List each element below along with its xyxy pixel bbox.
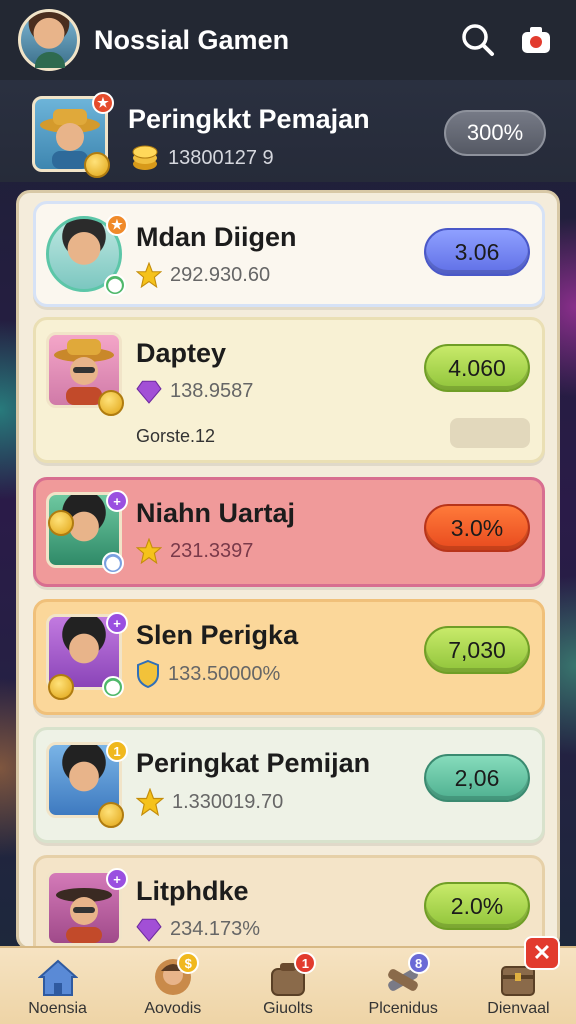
list-item[interactable]: + ⬤ Niahn Uartaj 231.3397 3.0% bbox=[33, 477, 545, 587]
list-item[interactable]: ★ ⬤ Mdan Diigen 292.930.60 3.06 bbox=[33, 201, 545, 307]
search-icon[interactable] bbox=[456, 18, 500, 62]
player-name: Slen Perigka bbox=[136, 620, 299, 650]
score-pill[interactable]: 3.0% bbox=[424, 504, 530, 552]
globe-icon: ⬤ bbox=[102, 676, 124, 698]
player-score: 231.3397 bbox=[136, 538, 253, 564]
bottom-nav: Noensia $ Aovodis 1 Giuolts 8 Plcenidus … bbox=[0, 946, 576, 1024]
coin-icon bbox=[48, 510, 74, 536]
coin-icon bbox=[98, 802, 124, 828]
plus-icon: + bbox=[106, 490, 128, 512]
percent-button[interactable]: 300% bbox=[444, 110, 546, 156]
nav-label: Aovodis bbox=[144, 1000, 202, 1017]
plus-icon: + bbox=[106, 868, 128, 890]
gem-icon bbox=[136, 380, 162, 404]
coins-value: 13800127 9 bbox=[168, 146, 274, 169]
player-name: Niahn Uartaj bbox=[136, 498, 296, 528]
player-name: Litphdke bbox=[136, 876, 249, 906]
header-title: Peringkkt Pemajan bbox=[128, 104, 370, 134]
list-item[interactable]: 1 Peringkat Pemijan 1.330019.70 2,06 bbox=[33, 727, 545, 843]
score-pill[interactable]: 2.0% bbox=[424, 882, 530, 930]
star-icon bbox=[136, 788, 164, 816]
coin-icon bbox=[84, 152, 110, 178]
list-item[interactable]: + Litphdke 234.173% 2.0% bbox=[33, 855, 545, 947]
coin-icon bbox=[48, 674, 74, 700]
leaderboard-list: ★ ⬤ Mdan Diigen 292.930.60 3.06 Daptey 1… bbox=[16, 190, 560, 950]
star-icon bbox=[136, 262, 162, 288]
list-item[interactable]: + ⬤ Slen Perigka 133.50000% 7,030 bbox=[33, 599, 545, 715]
notification-badge: 8 bbox=[407, 952, 430, 974]
player-score: 1.330019.70 bbox=[136, 788, 283, 816]
nav-item-profile[interactable]: $ Aovodis bbox=[115, 948, 230, 1024]
player-name: Mdan Diigen bbox=[136, 222, 297, 252]
coin-badge: $ bbox=[177, 952, 200, 974]
score-pill[interactable]: 3.06 bbox=[424, 228, 530, 276]
header-coins: 13800127 9 bbox=[130, 144, 274, 172]
globe-icon: ⬤ bbox=[104, 274, 126, 296]
user-avatar[interactable] bbox=[18, 9, 80, 71]
player-score: 234.173% bbox=[136, 916, 260, 942]
player-name: Daptey bbox=[136, 338, 227, 368]
score-pill[interactable]: 4.060 bbox=[424, 344, 530, 392]
gem-icon bbox=[136, 918, 162, 942]
nav-item-home[interactable]: Noensia bbox=[0, 948, 115, 1024]
app-title: Nossial Gamen bbox=[94, 24, 290, 55]
progress-bar bbox=[450, 418, 530, 448]
rank-icon: 1 bbox=[106, 740, 128, 762]
top-bar: Nossial Gamen bbox=[0, 0, 576, 80]
list-item[interactable]: Daptey 138.9587 4.060 Gorste.12 bbox=[33, 317, 545, 463]
close-button[interactable]: ✕ bbox=[524, 936, 560, 970]
nav-item-items[interactable]: 1 Giuolts bbox=[230, 948, 345, 1024]
coin-icon bbox=[98, 390, 124, 416]
plus-icon: + bbox=[106, 612, 128, 634]
score-pill[interactable]: 2,06 bbox=[424, 754, 530, 802]
player-score: 292.930.60 bbox=[136, 262, 270, 288]
coins-icon bbox=[132, 145, 158, 170]
player-score: 133.50000% bbox=[136, 660, 280, 688]
notification-badge: 1 bbox=[294, 952, 317, 974]
player-score: 138.9587 bbox=[136, 378, 253, 404]
globe-icon: ⬤ bbox=[102, 552, 124, 574]
camera-icon[interactable] bbox=[514, 18, 558, 62]
star-icon bbox=[136, 538, 162, 564]
nav-label: Giuolts bbox=[263, 1000, 313, 1017]
player-extra: Gorste.12 bbox=[136, 426, 216, 446]
score-pill[interactable]: 7,030 bbox=[424, 626, 530, 674]
nav-label: Plcenidus bbox=[368, 1000, 438, 1017]
nav-label: Noensia bbox=[28, 1000, 87, 1017]
rank-icon: ★ bbox=[106, 214, 128, 236]
home-icon bbox=[37, 959, 78, 996]
nav-item-tools[interactable]: 8 Plcenidus bbox=[346, 948, 461, 1024]
rank-icon: ★ bbox=[92, 92, 114, 114]
nav-label: Dienvaal bbox=[487, 1000, 550, 1017]
player-name: Peringkat Pemijan bbox=[136, 748, 371, 778]
shield-icon bbox=[137, 660, 159, 688]
